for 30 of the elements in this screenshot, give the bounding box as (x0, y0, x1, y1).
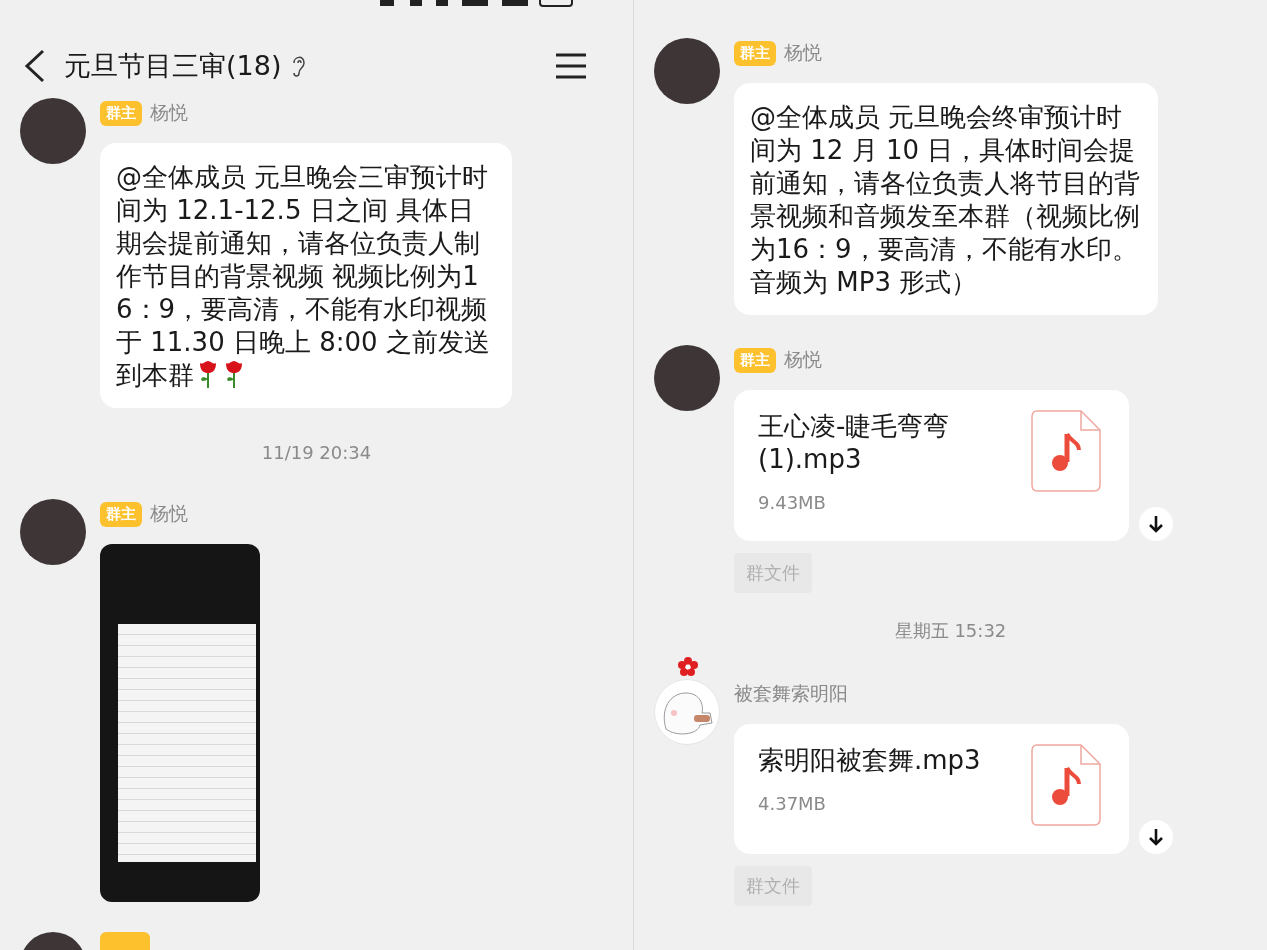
message-bubble: @全体成员 元旦晚会三审预计时间为 12.1-12.5 日之间 具体日期会提前通知，请各位负责人制作节目的背景视频 视频比例为16：9，要高清，不能有水印视频于 11.30 日晚上 8:00 之前发送到本群 (100, 143, 512, 408)
file-card[interactable]: 索明阳被套舞.mp3 4.37MB (734, 724, 1129, 854)
download-icon[interactable] (1139, 820, 1173, 854)
file-size: 9.43MB (758, 492, 827, 513)
flower-icon (678, 657, 698, 679)
sender-name: 杨悦 (784, 347, 822, 372)
sender-name: 杨悦 (150, 100, 188, 125)
role-badge: 群主 (734, 40, 776, 66)
download-icon[interactable] (1139, 507, 1173, 541)
role-badge: 群主 (100, 501, 142, 527)
timestamp: 星期五 15:32 (893, 619, 1008, 643)
menu-icon[interactable] (556, 53, 586, 79)
back-icon[interactable] (24, 49, 46, 83)
file-size: 4.37MB (758, 793, 827, 814)
role-badge: 群主 (100, 100, 142, 126)
message-bubble: @全体成员 元旦晚会终审预计时间为 12 月 10 日，具体时间会提前通知，请各位负责人将节目的背景视频和音频发至本群（视频比例为16：9，要高清，不能有水印。音频为 MP3 形式） (734, 83, 1158, 315)
music-file-icon (1031, 410, 1101, 492)
music-file-icon (1031, 744, 1101, 826)
file-name: 王心凌-睫毛弯弯(1).mp3 (758, 410, 951, 476)
file-card[interactable]: 王心凌-睫毛弯弯(1).mp3 9.43MB (734, 390, 1129, 541)
file-name: 索明阳被套舞.mp3 (758, 744, 982, 777)
chat-title: 元旦节目三审(18) (64, 49, 282, 83)
spreadsheet-screenshot-thumbnail[interactable] (100, 544, 260, 902)
ear-icon (291, 54, 308, 78)
sender-name: 被套舞索明阳 (734, 681, 848, 706)
sender-name: 杨悦 (150, 501, 188, 526)
role-badge: 群主 (734, 347, 776, 373)
timestamp: 11/19 20:34 (260, 442, 373, 463)
sender-name: 杨悦 (784, 40, 822, 65)
cartoon-avatar[interactable] (654, 679, 720, 745)
